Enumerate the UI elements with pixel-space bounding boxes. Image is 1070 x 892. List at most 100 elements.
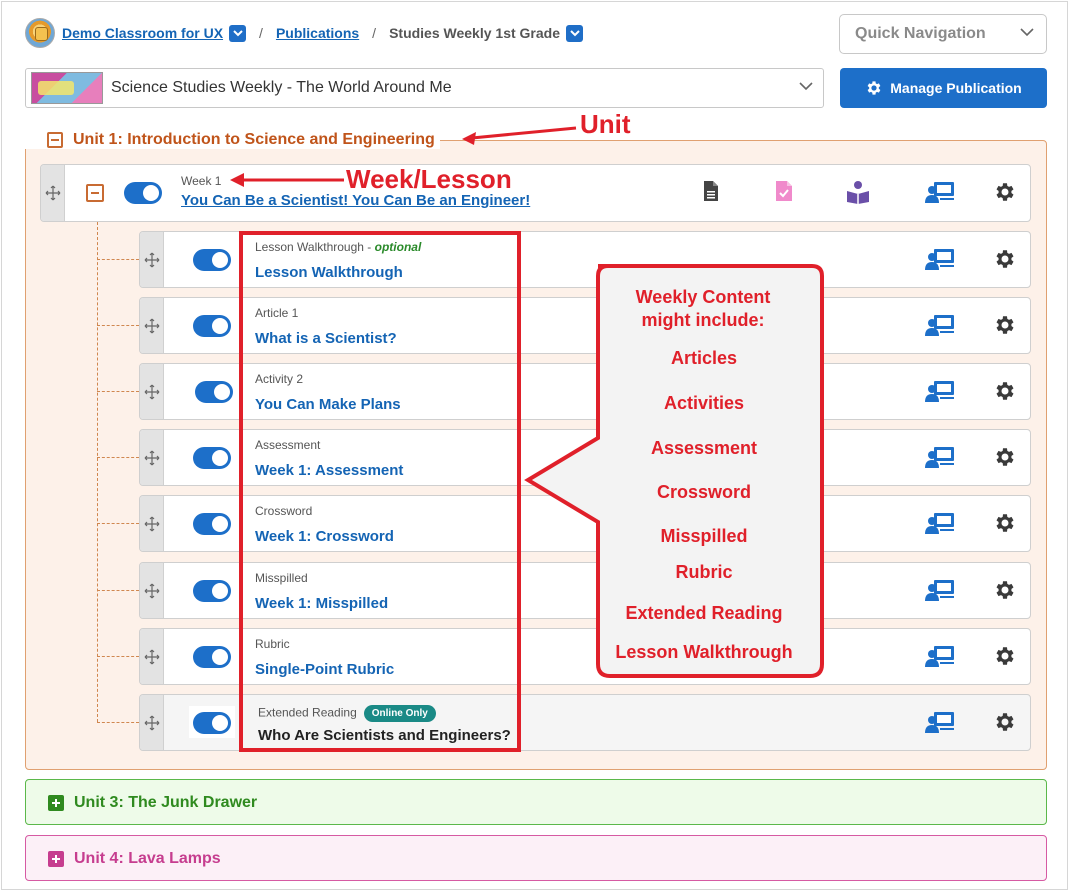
gear-icon[interactable] — [993, 313, 1017, 337]
annotation-unit-label: Unit — [580, 109, 631, 139]
callout-item: Articles — [670, 348, 738, 368]
present-to-class-icon[interactable] — [925, 314, 955, 336]
gear-icon[interactable] — [993, 710, 1017, 734]
breadcrumb-publications-link[interactable]: Publications — [276, 25, 359, 41]
tree-connector — [97, 590, 139, 591]
present-to-class-icon[interactable] — [925, 512, 955, 534]
callout-item: Activities — [663, 393, 745, 413]
move-arrows-icon — [144, 715, 159, 730]
content-visibility-toggle[interactable] — [193, 646, 231, 668]
manage-publication-button[interactable]: Manage Publication — [840, 68, 1047, 108]
gear-icon[interactable] — [993, 511, 1017, 535]
move-arrows-icon — [144, 516, 159, 531]
breadcrumb: Demo Classroom for UX / Publications / S… — [25, 18, 583, 48]
drag-handle[interactable] — [41, 165, 65, 221]
chevron-down-icon — [1020, 28, 1034, 37]
present-to-class-icon[interactable] — [925, 380, 955, 402]
content-visibility-toggle[interactable] — [193, 712, 231, 734]
drag-handle[interactable] — [140, 232, 164, 287]
collapse-week-icon[interactable] — [86, 184, 104, 202]
annotation-week-label: Week/Lesson — [346, 164, 512, 194]
move-arrows-icon — [144, 649, 159, 664]
gear-icon[interactable] — [993, 578, 1017, 602]
move-arrows-icon — [144, 450, 159, 465]
chevron-down-icon — [799, 82, 813, 91]
move-arrows-icon — [144, 252, 159, 267]
classroom-logo-icon — [25, 18, 55, 48]
gear-icon[interactable] — [993, 379, 1017, 403]
week-visibility-toggle[interactable] — [124, 182, 162, 204]
tree-connector — [97, 656, 139, 657]
unit-4-title: Unit 4: Lava Lamps — [74, 850, 221, 867]
expand-icon[interactable] — [48, 851, 64, 867]
breadcrumb-separator: / — [372, 25, 377, 41]
tree-connector — [97, 523, 139, 524]
callout-item: Rubric — [675, 562, 733, 582]
move-arrows-icon — [144, 384, 159, 399]
callout-title: Weekly Content might include: — [635, 287, 771, 330]
tree-connector — [97, 457, 139, 458]
publication-select[interactable]: Science Studies Weekly - The World Aroun… — [25, 68, 824, 108]
breadcrumb-current: Studies Weekly 1st Grade — [389, 25, 560, 41]
drag-handle[interactable] — [140, 629, 164, 684]
quick-navigation-select[interactable]: Quick Navigation — [839, 14, 1047, 54]
breadcrumb-classroom-link[interactable]: Demo Classroom for UX — [62, 25, 223, 41]
annotation-arrow — [230, 173, 344, 187]
callout-item: Crossword — [656, 482, 752, 502]
move-arrows-icon — [144, 583, 159, 598]
gear-icon[interactable] — [993, 445, 1017, 469]
tree-connector — [97, 259, 139, 260]
content-visibility-toggle[interactable] — [193, 580, 231, 602]
assignment-check-icon[interactable] — [775, 180, 793, 202]
present-to-class-icon[interactable] — [925, 181, 955, 203]
document-icon[interactable] — [703, 180, 719, 202]
unit-3-container[interactable]: Unit 3: The Junk Drawer — [25, 779, 1047, 825]
callout-item: Lesson Walkthrough — [615, 642, 793, 662]
content-visibility-toggle[interactable] — [193, 513, 231, 535]
breadcrumb-separator: / — [259, 25, 263, 41]
tree-connector — [97, 722, 139, 723]
annotation-arrow — [462, 126, 577, 145]
gear-icon[interactable] — [993, 180, 1017, 204]
callout-item: Misspilled — [660, 526, 748, 546]
tree-connector — [97, 325, 139, 326]
drag-handle[interactable] — [140, 496, 164, 551]
collapse-icon[interactable] — [47, 132, 63, 148]
drag-handle[interactable] — [140, 695, 164, 750]
unit-3-title: Unit 3: The Junk Drawer — [74, 794, 258, 811]
move-arrows-icon — [45, 185, 60, 201]
drag-handle[interactable] — [140, 563, 164, 618]
unit-1-header[interactable]: Unit 1: Introduction to Science and Engi… — [25, 131, 440, 149]
unit-4-container[interactable]: Unit 4: Lava Lamps — [25, 835, 1047, 881]
content-visibility-toggle[interactable] — [195, 381, 233, 403]
week-label: Week 1 — [181, 174, 222, 188]
drag-handle[interactable] — [140, 364, 164, 419]
move-arrows-icon — [144, 318, 159, 333]
classroom-dropdown-chevron-icon[interactable] — [229, 24, 247, 42]
drag-handle[interactable] — [140, 298, 164, 353]
content-visibility-toggle[interactable] — [193, 447, 231, 469]
unit-1-title: Unit 1: Introduction to Science and Engi… — [73, 131, 435, 148]
gear-icon — [867, 81, 881, 95]
present-to-class-icon[interactable] — [925, 248, 955, 270]
drag-handle[interactable] — [140, 430, 164, 485]
content-visibility-toggle[interactable] — [193, 249, 231, 271]
callout-item: Extended Reading — [625, 603, 783, 623]
quick-navigation-placeholder: Quick Navigation — [855, 25, 986, 42]
reader-icon[interactable] — [846, 180, 870, 204]
present-to-class-icon[interactable] — [925, 711, 955, 733]
expand-icon[interactable] — [48, 795, 64, 811]
tree-connector — [97, 391, 139, 392]
publication-select-value: Science Studies Weekly - The World Aroun… — [111, 79, 452, 96]
present-to-class-icon[interactable] — [925, 645, 955, 667]
publication-dropdown-chevron-icon[interactable] — [566, 24, 583, 42]
gear-icon[interactable] — [993, 247, 1017, 271]
present-to-class-icon[interactable] — [925, 446, 955, 468]
manage-publication-label: Manage Publication — [890, 80, 1022, 96]
publication-thumbnail — [31, 72, 103, 104]
highlight-box — [239, 231, 521, 752]
tree-connector — [97, 222, 98, 722]
present-to-class-icon[interactable] — [925, 579, 955, 601]
content-visibility-toggle[interactable] — [193, 315, 231, 337]
gear-icon[interactable] — [993, 644, 1017, 668]
